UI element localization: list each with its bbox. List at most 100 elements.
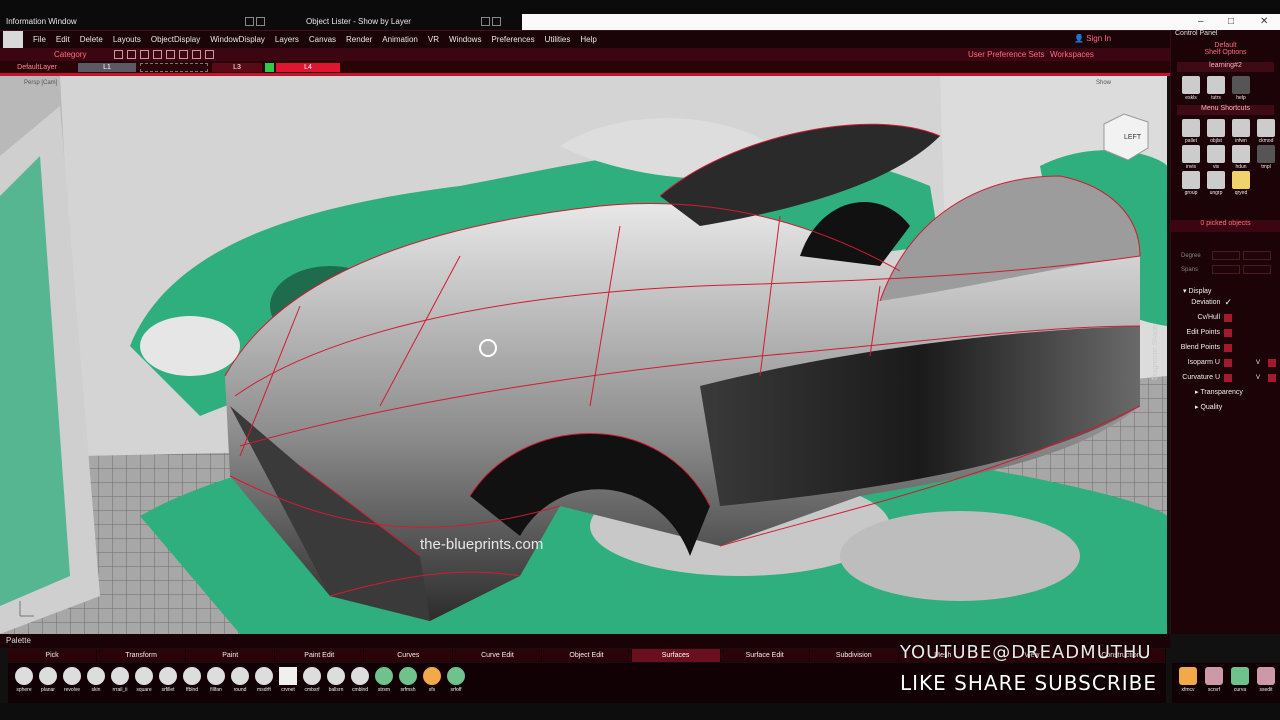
shortcut-tool[interactable]: pallet (1179, 119, 1203, 144)
menu-render[interactable]: Render (346, 35, 372, 44)
tool-crvnet[interactable]: crvnet (276, 667, 300, 703)
isoparm-v-checkbox[interactable] (1268, 358, 1276, 367)
layer-l2[interactable] (140, 62, 208, 72)
shelf-icon[interactable] (140, 50, 149, 59)
close-window-icon[interactable]: ✕ (1260, 16, 1268, 27)
spans-v-field[interactable] (1243, 265, 1271, 274)
menu-canvas[interactable]: Canvas (309, 35, 336, 44)
close-icon[interactable] (255, 16, 265, 26)
shelf-icon[interactable] (127, 50, 136, 59)
edit-points-checkbox[interactable] (1224, 328, 1232, 337)
tool-scrsrf[interactable]: scrsrf (1202, 667, 1226, 703)
layer-l4[interactable]: L4 (276, 62, 340, 72)
close-icon[interactable] (491, 16, 501, 26)
menu-layers[interactable]: Layers (275, 35, 299, 44)
tab-surfaces[interactable]: Surfaces (631, 649, 721, 662)
shortcut-tool[interactable]: tmpl (1254, 145, 1278, 170)
tool-planar[interactable]: planar (36, 667, 60, 703)
menu-vr[interactable]: VR (428, 35, 439, 44)
viewport-show-menu[interactable]: Show (1096, 80, 1111, 86)
app-icon[interactable] (3, 30, 23, 49)
tab-subdivision[interactable]: Subdivision (810, 649, 899, 662)
tab-paint-edit[interactable]: Paint Edit (275, 649, 365, 662)
object-lister-controls[interactable] (480, 16, 501, 26)
tool-curva[interactable]: curva (1228, 667, 1252, 703)
diagnostic-shade-tab[interactable]: Diagnostic Shade (1152, 325, 1159, 380)
shelf-icon[interactable] (114, 50, 123, 59)
menu-windows[interactable]: Windows (449, 35, 481, 44)
menu-objectdisplay[interactable]: ObjectDisplay (151, 35, 200, 44)
view-cube[interactable]: LEFT (1124, 134, 1141, 141)
workspaces[interactable]: Workspaces (1050, 50, 1094, 59)
tab-pick[interactable]: Pick (8, 649, 98, 662)
menu-preferences[interactable]: Preferences (491, 35, 534, 44)
tool-srfmsh[interactable]: srfmsh (396, 667, 420, 703)
tool-ballsrn[interactable]: ballsrn (324, 667, 348, 703)
tool-sfs[interactable]: sfs (420, 667, 444, 703)
shelf-set-default[interactable]: Default (1171, 42, 1280, 49)
picked-objects[interactable]: 0 picked objects (1171, 220, 1280, 232)
blend-points-checkbox[interactable] (1224, 343, 1232, 352)
shortcut-tool[interactable]: qryed (1229, 171, 1253, 196)
degree-v-field[interactable] (1243, 251, 1271, 260)
tool-sphere[interactable]: sphere (12, 667, 36, 703)
quality-section[interactable]: ▸ Quality (1171, 400, 1280, 415)
shelf-icon[interactable] (205, 50, 214, 59)
minimize-icon[interactable]: – (1198, 16, 1204, 27)
curvature-v-checkbox[interactable] (1268, 373, 1276, 382)
tab-surface-edit[interactable]: Surface Edit (721, 649, 810, 662)
shelf-tool[interactable]: tutrs (1204, 76, 1228, 101)
tool-srfillet[interactable]: srfillet (156, 667, 180, 703)
shortcut-tool[interactable]: ungrp (1204, 171, 1228, 196)
layer-color-swatch[interactable] (265, 62, 274, 72)
tool-msdrft[interactable]: msdrft (252, 667, 276, 703)
tool-ssedit[interactable]: ssedit (1254, 667, 1278, 703)
shortcut-tool[interactable]: infwn (1229, 119, 1253, 144)
tab-curves[interactable]: Curves (364, 649, 454, 662)
transparency-section[interactable]: ▸ Transparency (1171, 385, 1280, 400)
cv-hull-checkbox[interactable] (1224, 313, 1232, 322)
tool-rail[interactable]: rrrail_ii (108, 667, 132, 703)
sign-in-link[interactable]: 👤 Sign In (1074, 34, 1111, 43)
shortcut-tool[interactable]: ckmod (1254, 119, 1278, 144)
shortcut-tool[interactable]: group (1179, 171, 1203, 196)
category-dropdown[interactable]: Category (54, 50, 114, 59)
menu-layouts[interactable]: Layouts (113, 35, 141, 44)
maximize-icon[interactable]: □ (1228, 16, 1234, 27)
info-window-title[interactable]: Information Window (6, 14, 265, 28)
menu-shortcuts-tab[interactable]: Menu Shortcuts (1177, 105, 1274, 115)
tab-curve-edit[interactable]: Curve Edit (453, 649, 543, 662)
menu-windowdisplay[interactable]: WindowDisplay (210, 35, 265, 44)
float-icon[interactable] (480, 16, 490, 26)
shelf-options[interactable]: Shelf Options (1171, 49, 1280, 56)
tool-fillfan[interactable]: fillfan (204, 667, 228, 703)
tool-srfoff[interactable]: srfoff (444, 667, 468, 703)
checkmark-icon[interactable]: ✓ (1224, 297, 1232, 308)
menu-file[interactable]: File (33, 35, 46, 44)
shortcut-tool[interactable]: vis (1204, 145, 1228, 170)
menu-edit[interactable]: Edit (56, 35, 70, 44)
layer-default[interactable]: DefaultLayer (4, 63, 70, 72)
tab-transform[interactable]: Transform (97, 649, 187, 662)
viewport-label[interactable]: Persp [Cam] (24, 80, 57, 86)
info-window-controls[interactable] (244, 16, 265, 26)
menu-animation[interactable]: Animation (382, 35, 418, 44)
shelf-tab-learning[interactable]: learning#2 (1177, 62, 1274, 72)
float-icon[interactable] (244, 16, 254, 26)
shelf-icon[interactable] (179, 50, 188, 59)
degree-u-field[interactable] (1212, 251, 1240, 260)
curvature-u-checkbox[interactable] (1224, 373, 1232, 382)
shortcut-tool[interactable]: hdun (1229, 145, 1253, 170)
user-preference-sets[interactable]: User Preference Sets (968, 50, 1044, 59)
shelf-icon[interactable] (153, 50, 162, 59)
shelf-tool[interactable]: help (1229, 76, 1253, 101)
perspective-viewport[interactable]: Persp [Cam] Show LEFT the-blueprints.com (0, 76, 1167, 634)
tool-ffblnd[interactable]: ffblnd (180, 667, 204, 703)
tool-xfmcv[interactable]: xfmcv (1176, 667, 1200, 703)
shortcut-tool[interactable]: invis (1179, 145, 1203, 170)
layer-l3[interactable]: L3 (212, 62, 262, 72)
shortcut-tool[interactable]: objlst (1204, 119, 1228, 144)
layer-l1[interactable]: L1 (78, 62, 136, 72)
spans-u-field[interactable] (1212, 265, 1240, 274)
tool-cmblnd[interactable]: cmblnd (348, 667, 372, 703)
